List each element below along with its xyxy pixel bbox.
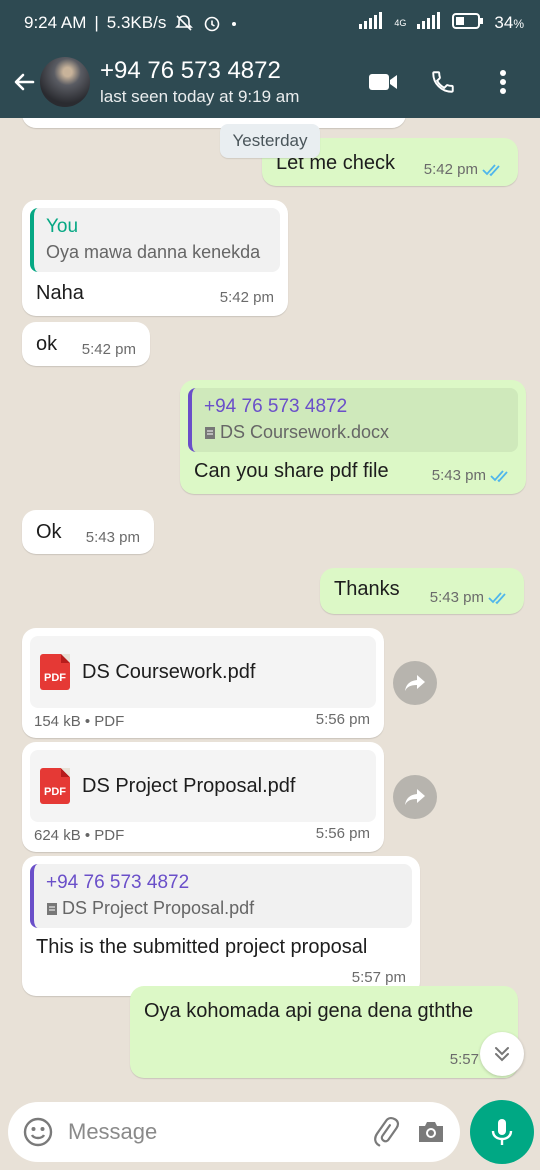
message-text: Ok: [36, 521, 62, 543]
status-speed: 5.3KB/s: [106, 13, 167, 32]
read-ticks-icon: [490, 469, 508, 482]
signal-icon: [358, 11, 384, 35]
microphone-icon: [491, 1119, 513, 1145]
message-time: 5:43 pm: [430, 589, 510, 606]
quoted-message[interactable]: +94 76 573 4872 DS Project Proposal.pdf: [30, 864, 412, 928]
avatar[interactable]: [40, 57, 90, 107]
attach-button[interactable]: [370, 1116, 401, 1148]
document-message[interactable]: PDF DS Project Proposal.pdf 624 kB • PDF…: [22, 742, 384, 852]
double-chevron-down-icon: [495, 1047, 509, 1062]
video-call-button[interactable]: [368, 67, 398, 97]
camera-icon: [418, 1122, 443, 1142]
quoted-message[interactable]: You Oya mawa danna kenekda: [30, 208, 280, 272]
document-message[interactable]: PDF DS Coursework.pdf 154 kB • PDF 5:56 …: [22, 628, 384, 738]
paperclip-icon: [373, 1117, 399, 1147]
chat-area[interactable]: Let me check 5:42 pm Yesterday You Oya m…: [0, 118, 540, 1090]
document-meta: 154 kB • PDF: [34, 713, 125, 730]
quote-author: +94 76 573 4872: [204, 396, 348, 417]
message-bubble-incoming[interactable]: +94 76 573 4872 DS Project Proposal.pdf …: [22, 856, 420, 996]
message-text: This is the submitted project proposal: [36, 936, 368, 958]
forward-arrow-icon: [405, 675, 425, 691]
message-bubble-outgoing[interactable]: Oya kohomada api gena dena gththe 5:57 p…: [130, 986, 518, 1078]
read-ticks-icon: [488, 591, 506, 604]
document-card[interactable]: PDF DS Project Proposal.pdf: [30, 750, 376, 822]
document-icon: [47, 902, 57, 915]
signal-2-icon: [416, 11, 442, 35]
back-arrow-icon: [14, 73, 35, 91]
message-text: Oya kohomada api gena dena gththe: [144, 1000, 474, 1022]
pdf-icon: PDF: [40, 654, 70, 690]
quoted-message[interactable]: +94 76 573 4872 DS Coursework.docx: [188, 388, 518, 452]
message-bubble-incoming[interactable]: ok 5:42 pm: [22, 322, 150, 366]
more-vertical-icon: [500, 70, 506, 94]
message-time: 5:57 pm: [351, 969, 406, 986]
back-button[interactable]: [4, 46, 44, 118]
quote-author: You: [46, 216, 79, 237]
document-name: DS Project Proposal.pdf: [82, 774, 296, 797]
camera-button[interactable]: [415, 1116, 446, 1148]
forward-arrow-icon: [405, 789, 425, 805]
battery-level: 34%: [494, 13, 524, 32]
more-options-button[interactable]: [488, 67, 518, 97]
pdf-icon: PDF: [40, 768, 70, 804]
battery-icon: [452, 12, 484, 35]
network-label: 4G: [394, 17, 407, 28]
forward-button[interactable]: [393, 661, 437, 705]
message-bubble-outgoing[interactable]: Thanks 5:43 pm: [320, 568, 524, 614]
message-text: Thanks: [334, 578, 400, 600]
message-time: 5:42 pm: [219, 289, 274, 306]
message-time: 5:43 pm: [85, 529, 140, 546]
document-icon: [205, 426, 215, 439]
message-bubble-outgoing[interactable]: +94 76 573 4872 DS Coursework.docx Can y…: [180, 380, 526, 494]
status-time: 9:24 AM: [24, 13, 87, 32]
video-camera-icon: [369, 74, 397, 90]
quote-text: DS Project Proposal.pdf: [46, 898, 400, 919]
quote-author: +94 76 573 4872: [46, 872, 190, 893]
chat-header: +94 76 573 4872 last seen today at 9:19 …: [0, 46, 540, 118]
emoji-button[interactable]: [22, 1116, 54, 1148]
alarm-icon: [202, 13, 222, 33]
message-text: ok: [36, 333, 58, 355]
message-input[interactable]: [68, 1119, 356, 1145]
document-meta: 624 kB • PDF: [34, 827, 125, 844]
status-bar: 9:24 AM | 5.3KB/s 4G 34%: [0, 0, 540, 46]
message-text: Naha: [36, 282, 84, 304]
last-seen: last seen today at 9:19 am: [100, 87, 300, 106]
message-bubble-incoming[interactable]: You Oya mawa danna kenekda Naha 5:42 pm: [22, 200, 288, 316]
message-time: 5:56 pm: [315, 711, 370, 728]
message-time: 5:43 pm: [432, 467, 512, 484]
status-separator: |: [94, 13, 99, 32]
voice-call-button[interactable]: [428, 67, 458, 97]
message-time: 5:56 pm: [315, 825, 370, 842]
document-card[interactable]: PDF DS Coursework.pdf: [30, 636, 376, 708]
mute-icon: [174, 13, 194, 33]
read-ticks-icon: [482, 163, 500, 176]
emoji-icon: [23, 1117, 53, 1147]
message-text: Can you share pdf file: [194, 460, 389, 482]
message-time: 5:42 pm: [81, 341, 136, 358]
partial-message-bubble[interactable]: [22, 118, 406, 128]
scroll-to-bottom-button[interactable]: [480, 1032, 524, 1076]
forward-button[interactable]: [393, 775, 437, 819]
message-bubble-incoming[interactable]: Ok 5:43 pm: [22, 510, 154, 554]
voice-message-button[interactable]: [470, 1100, 534, 1164]
document-name: DS Coursework.pdf: [82, 660, 256, 683]
phone-icon: [432, 71, 454, 93]
contact-info[interactable]: +94 76 573 4872 last seen today at 9:19 …: [100, 57, 368, 107]
date-chip: Yesterday: [220, 124, 320, 158]
message-input-bar: [8, 1102, 460, 1162]
message-time: 5:42 pm: [424, 161, 504, 178]
contact-name: +94 76 573 4872: [100, 57, 281, 84]
quote-text: Oya mawa danna kenekda: [46, 242, 261, 262]
quote-text: DS Coursework.docx: [204, 422, 506, 443]
notification-dot-icon: [230, 13, 238, 33]
